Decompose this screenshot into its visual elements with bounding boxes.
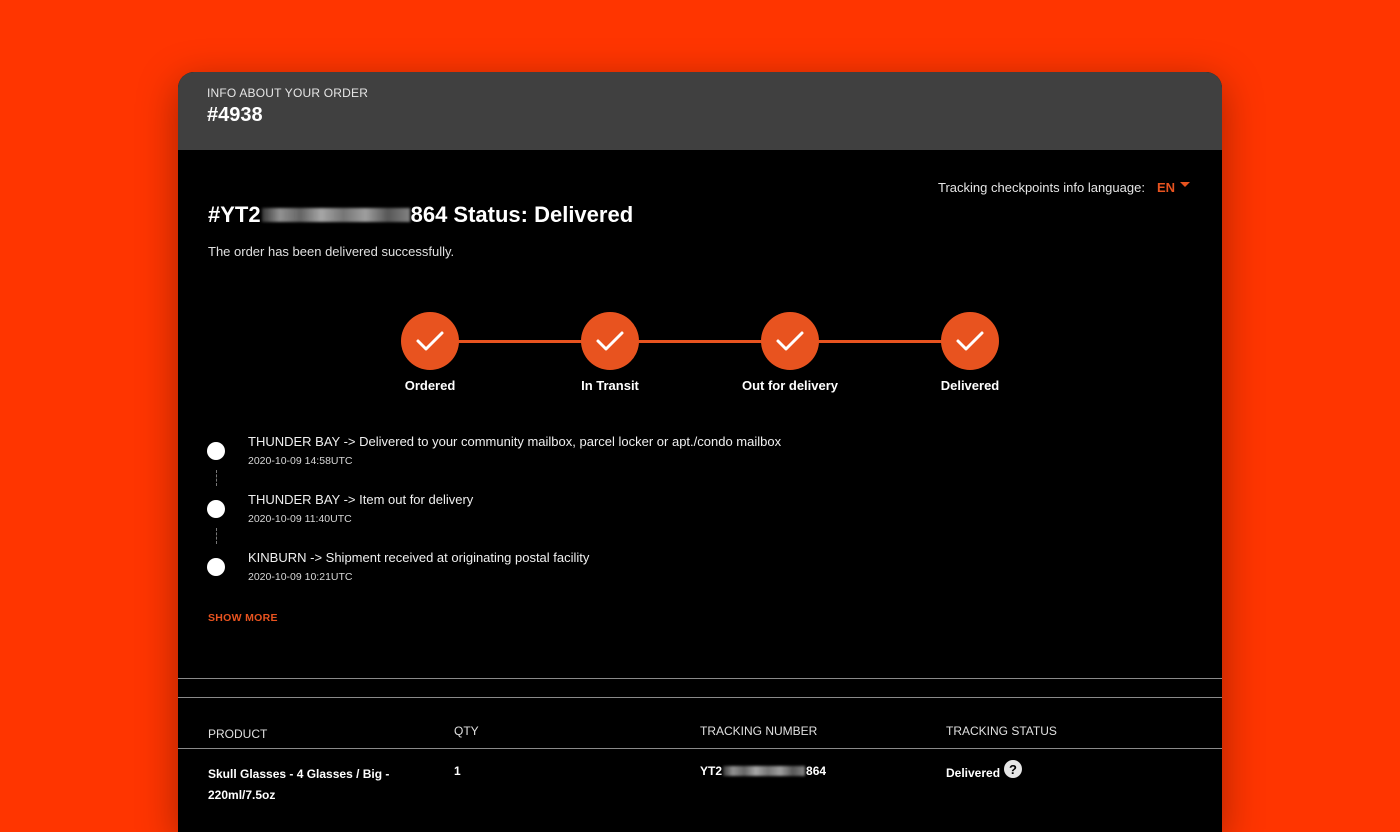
delivery-progress: Ordered In Transit Out for delivery Deli…: [378, 312, 1026, 402]
tracking-number-suffix: 864: [806, 764, 827, 778]
help-icon[interactable]: ?: [1004, 760, 1023, 778]
step-out-for-delivery: Out for delivery: [738, 312, 842, 393]
column-header-product: PRODUCT: [208, 727, 268, 741]
table-header-divider: [178, 748, 1222, 749]
step-ordered: Ordered: [378, 312, 482, 393]
tracking-status-value: Delivered: [946, 766, 1001, 780]
tracking-status: Delivered ?: [946, 760, 1023, 782]
language-selector-row: Tracking checkpoints info language: EN: [938, 180, 1190, 195]
timeline-connector: [216, 528, 217, 544]
checkpoint-dot-icon: [207, 442, 225, 460]
chevron-down-icon: [1180, 182, 1190, 187]
checkpoint-dot-icon: [207, 500, 225, 518]
step-delivered: Delivered: [918, 312, 1022, 393]
checkpoint-event: THUNDER BAY -> Item out for delivery: [248, 492, 474, 507]
order-header: INFO ABOUT YOUR ORDER #4938: [178, 72, 1222, 150]
checkpoint-event: THUNDER BAY -> Delivered to your communi…: [248, 434, 782, 449]
show-more-link[interactable]: SHOW MORE: [208, 612, 278, 624]
product-qty: 1: [454, 764, 461, 778]
checkpoint-time: 2020-10-09 11:40UTC: [248, 513, 352, 525]
check-icon: [941, 312, 999, 370]
step-in-transit: In Transit: [558, 312, 662, 393]
checkpoint-time: 2020-10-09 10:21UTC: [248, 571, 353, 583]
checkpoint-dot-icon: [207, 558, 225, 576]
list-item: KINBURN -> Shipment received at originat…: [206, 550, 1106, 608]
tracking-status-title: #YT2 864 Status: Delivered: [208, 202, 633, 228]
status-description: The order has been delivered successfull…: [208, 244, 455, 259]
column-header-qty: QTY: [454, 724, 479, 738]
step-label: Ordered: [404, 378, 456, 393]
order-card: INFO ABOUT YOUR ORDER #4938 Tracking che…: [178, 72, 1222, 832]
progress-line: [430, 340, 970, 343]
section-divider: [178, 678, 1222, 679]
tracking-id-prefix: #YT2: [208, 202, 261, 227]
check-icon: [581, 312, 639, 370]
order-header-label: INFO ABOUT YOUR ORDER: [207, 86, 369, 100]
list-item: THUNDER BAY -> Item out for delivery 202…: [206, 492, 1106, 550]
column-header-tracking-number: TRACKING NUMBER: [700, 724, 818, 738]
section-divider: [178, 697, 1222, 698]
checkpoint-list: THUNDER BAY -> Delivered to your communi…: [206, 434, 1106, 608]
language-selected: EN: [1156, 180, 1175, 195]
redacted-tracking-number: [723, 766, 806, 776]
check-icon: [761, 312, 819, 370]
order-number: #4938: [207, 104, 263, 126]
products-table-header: PRODUCT QTY TRACKING NUMBER TRACKING STA…: [178, 724, 1222, 748]
checkpoint-event: KINBURN -> Shipment received at originat…: [248, 550, 590, 565]
checkpoint-time: 2020-10-09 14:58UTC: [248, 455, 353, 467]
tracking-number[interactable]: YT2 864: [700, 764, 826, 778]
step-label: In Transit: [581, 378, 639, 393]
check-icon: [401, 312, 459, 370]
language-dropdown[interactable]: EN: [1157, 180, 1190, 195]
language-label: Tracking checkpoints info language:: [938, 180, 1145, 195]
redacted-tracking-id: [261, 208, 410, 222]
list-item: THUNDER BAY -> Delivered to your communi…: [206, 434, 1106, 492]
tracking-number-prefix: YT2: [700, 764, 723, 778]
tracking-status-suffix: 864 Status: Delivered: [410, 202, 634, 227]
column-header-tracking-status: TRACKING STATUS: [946, 724, 1057, 738]
step-label: Delivered: [940, 378, 1000, 393]
step-label: Out for delivery: [741, 378, 839, 393]
timeline-connector: [216, 470, 217, 486]
